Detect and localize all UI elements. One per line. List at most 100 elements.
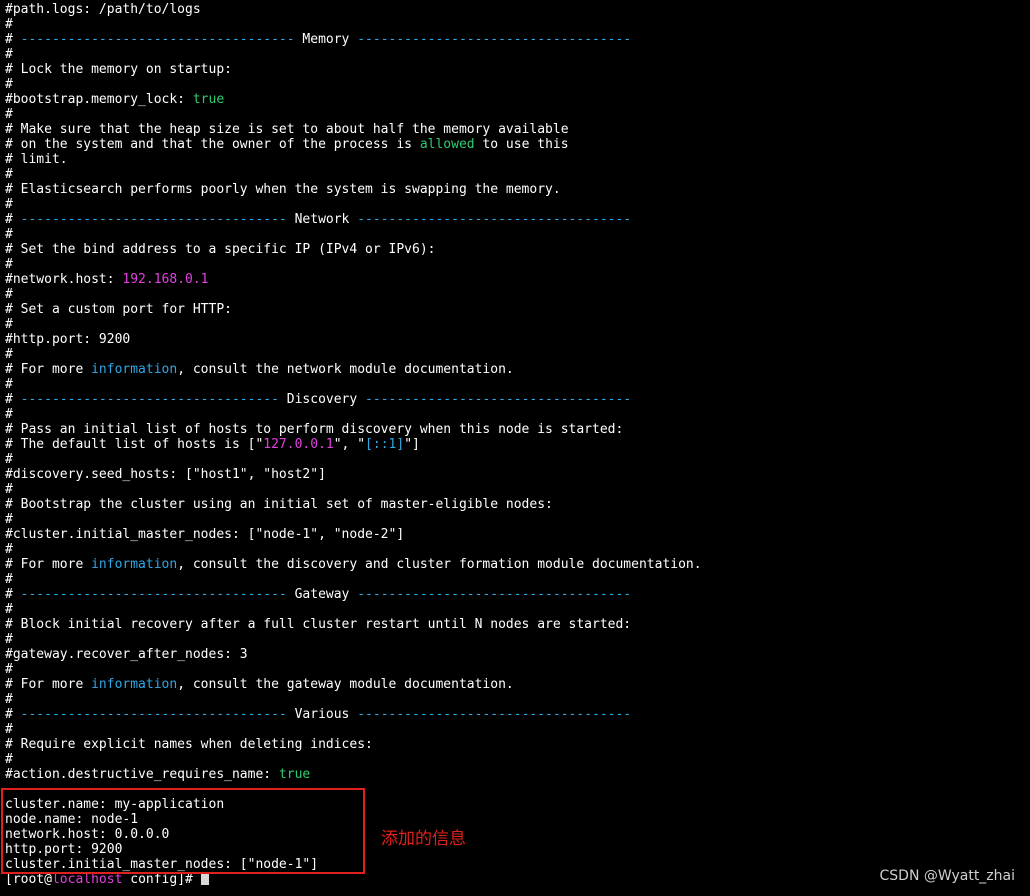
terminal-text-segment: # <box>5 452 13 467</box>
terminal-text-segment: #action.destructive_requires_name: <box>5 767 279 782</box>
terminal-text-segment: ---------------------------------- <box>357 392 632 407</box>
terminal-line: # ---------------------------------- Gat… <box>5 587 1025 602</box>
terminal-line: # on the system and that the owner of th… <box>5 137 1025 152</box>
terminal-line: # <box>5 512 1025 527</box>
terminal-text-segment: # <box>5 257 13 272</box>
terminal-text-segment: #discovery.seed_hosts: ["host1", "host2"… <box>5 467 326 482</box>
terminal-line: # <box>5 347 1025 362</box>
terminal-line: # <box>5 227 1025 242</box>
terminal-text-segment: # <box>5 212 21 227</box>
shell-prompt-line[interactable]: [root@localhost config]# <box>5 872 1025 887</box>
terminal-line: #cluster.initial_master_nodes: ["node-1"… <box>5 527 1025 542</box>
terminal-line: # <box>5 542 1025 557</box>
terminal-line: # <box>5 377 1025 392</box>
terminal-text-segment: # on the system and that the owner of th… <box>5 137 420 152</box>
terminal-text-segment: ---------------------------------- <box>20 707 295 722</box>
terminal-text-segment: # <box>5 662 13 677</box>
terminal-output: #path.logs: /path/to/logs # # ------------… <box>5 2 1025 887</box>
terminal-text-segment: # <box>5 107 13 122</box>
terminal-text-segment: # For more <box>5 557 92 572</box>
terminal-text-segment: # <box>5 287 13 302</box>
terminal-line: # <box>5 407 1025 422</box>
terminal-text-segment: Memory <box>302 32 350 47</box>
terminal-line: # <box>5 197 1025 212</box>
terminal-text-segment: # limit. <box>5 152 68 167</box>
terminal-text-segment: # <box>5 542 13 557</box>
terminal-text-segment: # <box>5 572 13 587</box>
terminal-text-segment: # <box>5 752 13 767</box>
terminal-text-segment: # Set the bind address to a specific IP … <box>5 242 436 257</box>
terminal-text-segment: # <box>5 47 13 62</box>
terminal-line: # Elasticsearch performs poorly when the… <box>5 182 1025 197</box>
terminal-text-segment: Various <box>294 707 350 722</box>
terminal-text-segment: # Require explicit names when deleting i… <box>5 737 373 752</box>
terminal-text-segment: true <box>278 767 311 782</box>
terminal-text-segment: [::1] <box>365 437 405 452</box>
terminal-text-segment: , consult the network module documentati… <box>177 362 514 377</box>
terminal-line: # <box>5 452 1025 467</box>
terminal-line: # The default list of hosts is ["127.0.0… <box>5 437 1025 452</box>
terminal-text-segment: , consult the discovery and cluster form… <box>177 557 702 572</box>
terminal-line: # <box>5 752 1025 767</box>
terminal-line: # <box>5 77 1025 92</box>
terminal-text-segment: "] <box>404 437 420 452</box>
added-config-highlight-box <box>1 788 365 874</box>
terminal-text-segment: # <box>5 392 21 407</box>
terminal-text-segment: Discovery <box>286 392 358 407</box>
terminal-text-segment: # <box>5 602 13 617</box>
terminal-line: # <box>5 287 1025 302</box>
terminal-text-segment: # <box>5 227 13 242</box>
terminal-text-segment: # <box>5 377 13 392</box>
terminal-text-segment: # For more <box>5 362 92 377</box>
terminal-text-segment: #path.logs: /path/to/logs <box>5 2 201 17</box>
terminal-line: # ---------------------------------- Net… <box>5 212 1025 227</box>
terminal-text-segment: ---------------------------------- <box>20 587 295 602</box>
terminal-line: #http.port: 9200 <box>5 332 1025 347</box>
terminal-window[interactable]: #path.logs: /path/to/logs # # ------------… <box>0 0 1030 896</box>
terminal-text-segment: ----------------------------------- <box>349 587 632 602</box>
terminal-text-segment: ----------------------------------- <box>349 707 632 722</box>
terminal-line: # For more information, consult the disc… <box>5 557 1025 572</box>
terminal-line: # Pass an initial list of hosts to perfo… <box>5 422 1025 437</box>
terminal-text-segment: 127.0.0.1 <box>263 437 334 452</box>
terminal-line: # Block initial recovery after a full cl… <box>5 617 1025 632</box>
terminal-line: # For more information, consult the gate… <box>5 677 1025 692</box>
terminal-line: # <box>5 632 1025 647</box>
terminal-text-segment: information <box>91 677 178 692</box>
terminal-text-segment: information <box>91 362 178 377</box>
terminal-line: # <box>5 17 1025 32</box>
terminal-text-segment: ----------------------------------- <box>349 32 632 47</box>
terminal-line: # For more information, consult the netw… <box>5 362 1025 377</box>
terminal-text-segment: # <box>5 692 13 707</box>
terminal-text-segment: ----------------------------------- <box>20 32 303 47</box>
terminal-text-segment: #network.host: <box>5 272 123 287</box>
terminal-text-segment: Gateway <box>294 587 350 602</box>
terminal-line: # ---------------------------------- Var… <box>5 707 1025 722</box>
terminal-line: # Make sure that the heap size is set to… <box>5 122 1025 137</box>
terminal-text-segment: # <box>5 707 21 722</box>
shell-prompt-segment: config]# <box>122 872 201 887</box>
terminal-text-segment: # Pass an initial list of hosts to perfo… <box>5 422 624 437</box>
terminal-line: #network.host: 192.168.0.1 <box>5 272 1025 287</box>
terminal-text-segment: #bootstrap.memory_lock: <box>5 92 193 107</box>
terminal-text-segment: --------------------------------- <box>20 392 287 407</box>
terminal-text-segment: Network <box>294 212 350 227</box>
terminal-line: # <box>5 167 1025 182</box>
terminal-text-segment: # Lock the memory on startup: <box>5 62 232 77</box>
terminal-line: # Require explicit names when deleting i… <box>5 737 1025 752</box>
terminal-line: # <box>5 662 1025 677</box>
terminal-text-segment: # <box>5 482 13 497</box>
terminal-text-segment: # Elasticsearch performs poorly when the… <box>5 182 561 197</box>
terminal-line: # Lock the memory on startup: <box>5 62 1025 77</box>
terminal-text-segment: , consult the gateway module documentati… <box>177 677 514 692</box>
terminal-text-segment: # For more <box>5 677 92 692</box>
csdn-watermark: CSDN @Wyatt_zhai <box>879 868 1016 884</box>
terminal-text-segment: to use this <box>474 137 569 152</box>
terminal-text-segment: #cluster.initial_master_nodes: ["node-1"… <box>5 527 405 542</box>
terminal-text-segment: # <box>5 722 13 737</box>
terminal-line: # Set a custom port for HTTP: <box>5 302 1025 317</box>
terminal-text-segment: allowed <box>419 137 475 152</box>
terminal-line: # <box>5 602 1025 617</box>
terminal-text-segment: #http.port: 9200 <box>5 332 131 347</box>
terminal-line: # Set the bind address to a specific IP … <box>5 242 1025 257</box>
